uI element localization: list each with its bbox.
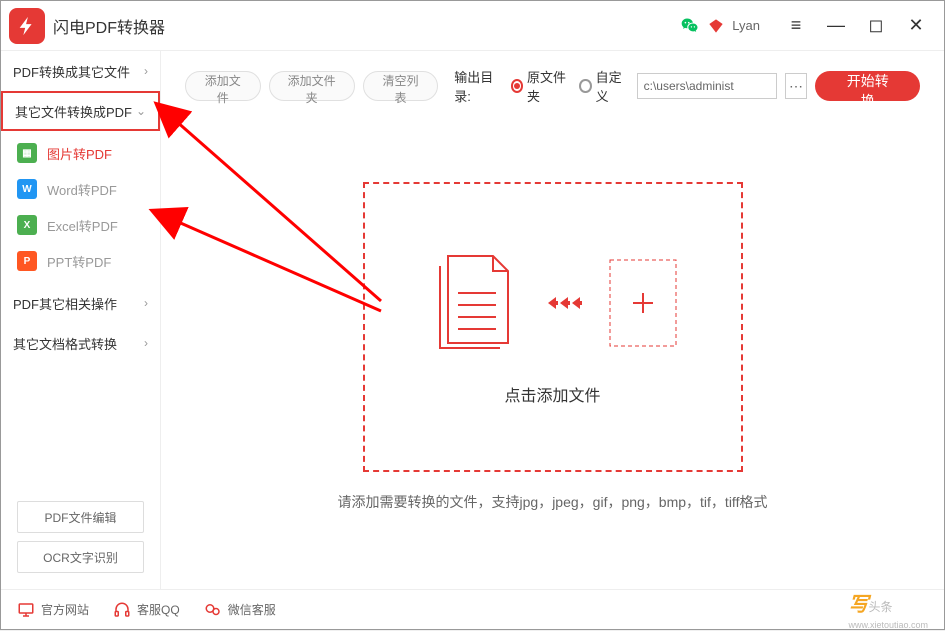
qq-support-link[interactable]: 客服QQ — [113, 601, 180, 619]
sidebar: PDF转换成其它文件 › 其它文件转换成PDF ⌄ ▦ 图片转PDF W Wor… — [1, 51, 161, 589]
menu-other-to-pdf[interactable]: 其它文件转换成PDF ⌄ — [1, 91, 160, 131]
chevron-right-icon: › — [144, 336, 148, 350]
chevron-down-icon: ⌄ — [136, 104, 146, 118]
start-convert-button[interactable]: 开始转换 — [815, 71, 920, 101]
radio-label: 自定义 — [596, 67, 629, 105]
ppt-icon: P — [17, 251, 37, 271]
monitor-icon — [17, 601, 35, 619]
submenu-image-to-pdf[interactable]: ▦ 图片转PDF — [1, 135, 160, 171]
menu-button[interactable]: ≡ — [776, 8, 816, 44]
submenu-label: Excel转PDF — [47, 216, 118, 235]
menu-pdf-other-ops[interactable]: PDF其它相关操作 › — [1, 283, 160, 323]
format-hint: 请添加需要转换的文件，支持jpg，jpeg，gif，png，bmp，tif，ti… — [338, 492, 768, 512]
official-website-link[interactable]: 官方网站 — [17, 601, 89, 619]
arrow-icon — [548, 291, 588, 315]
menu-label: 其它文档格式转换 — [13, 334, 117, 353]
close-button[interactable]: ✕ — [896, 8, 936, 44]
excel-icon: X — [17, 215, 37, 235]
maximize-button[interactable]: ◻ — [856, 8, 896, 44]
ocr-button[interactable]: OCR文字识别 — [17, 541, 144, 573]
drop-zone-text: 点击添加文件 — [504, 382, 600, 406]
submenu-excel-to-pdf[interactable]: X Excel转PDF — [1, 207, 160, 243]
gem-icon — [708, 18, 724, 34]
footer-label: 微信客服 — [228, 601, 276, 618]
radio-icon — [579, 79, 591, 93]
submenu-ppt-to-pdf[interactable]: P PPT转PDF — [1, 243, 160, 279]
submenu-label: PPT转PDF — [47, 252, 111, 271]
menu-pdf-to-other[interactable]: PDF转换成其它文件 › — [1, 51, 160, 91]
output-path-input[interactable] — [637, 73, 777, 99]
image-icon: ▦ — [17, 143, 37, 163]
add-folder-button[interactable]: 添加文件夹 — [269, 71, 355, 101]
radio-label: 原文件夹 — [527, 67, 571, 105]
browse-button[interactable]: ⋯ — [785, 73, 808, 99]
wechat-icon — [204, 601, 222, 619]
username[interactable]: Lyan — [732, 18, 760, 33]
content-area: 添加文件 添加文件夹 清空列表 输出目录: 原文件夹 自定义 ⋯ 开始转换 — [161, 51, 944, 589]
add-file-button[interactable]: 添加文件 — [185, 71, 261, 101]
pdf-edit-button[interactable]: PDF文件编辑 — [17, 501, 144, 533]
footer-label: 官方网站 — [41, 601, 89, 618]
submenu-word-to-pdf[interactable]: W Word转PDF — [1, 171, 160, 207]
menu-label: PDF转换成其它文件 — [13, 62, 130, 81]
submenu-label: Word转PDF — [47, 180, 117, 199]
word-icon: W — [17, 179, 37, 199]
output-dir-label: 输出目录: — [454, 67, 502, 105]
footer-label: 客服QQ — [137, 601, 180, 618]
chevron-right-icon: › — [144, 64, 148, 78]
user-area: Lyan — [680, 16, 760, 36]
headset-icon — [113, 601, 131, 619]
minimize-button[interactable]: — — [816, 8, 856, 44]
menu-other-format[interactable]: 其它文档格式转换 › — [1, 323, 160, 363]
toolbar: 添加文件 添加文件夹 清空列表 输出目录: 原文件夹 自定义 ⋯ 开始转换 — [185, 67, 920, 105]
submenu-label: 图片转PDF — [47, 144, 112, 163]
drop-zone[interactable]: 点击添加文件 — [363, 182, 743, 472]
drop-zone-illustration — [428, 248, 678, 358]
app-logo — [9, 8, 45, 44]
menu-label: PDF其它相关操作 — [13, 294, 117, 313]
submenu-other-to-pdf: ▦ 图片转PDF W Word转PDF X Excel转PDF P PPT转PD… — [1, 131, 160, 283]
wechat-icon[interactable] — [680, 16, 700, 36]
watermark: 写头条 www.xietoutiao.com — [848, 588, 928, 631]
footer: 官方网站 客服QQ 微信客服 写头条 www.xietoutiao.com — [1, 589, 944, 629]
radio-custom-folder[interactable]: 自定义 — [579, 67, 628, 105]
app-title: 闪电PDF转换器 — [53, 14, 165, 38]
chevron-right-icon: › — [144, 296, 148, 310]
radio-icon — [511, 79, 524, 93]
radio-source-folder[interactable]: 原文件夹 — [511, 67, 572, 105]
menu-label: 其它文件转换成PDF — [15, 102, 132, 121]
clear-list-button[interactable]: 清空列表 — [363, 71, 439, 101]
wechat-support-link[interactable]: 微信客服 — [204, 601, 276, 619]
title-bar: 闪电PDF转换器 Lyan ≡ — ◻ ✕ — [1, 1, 944, 51]
